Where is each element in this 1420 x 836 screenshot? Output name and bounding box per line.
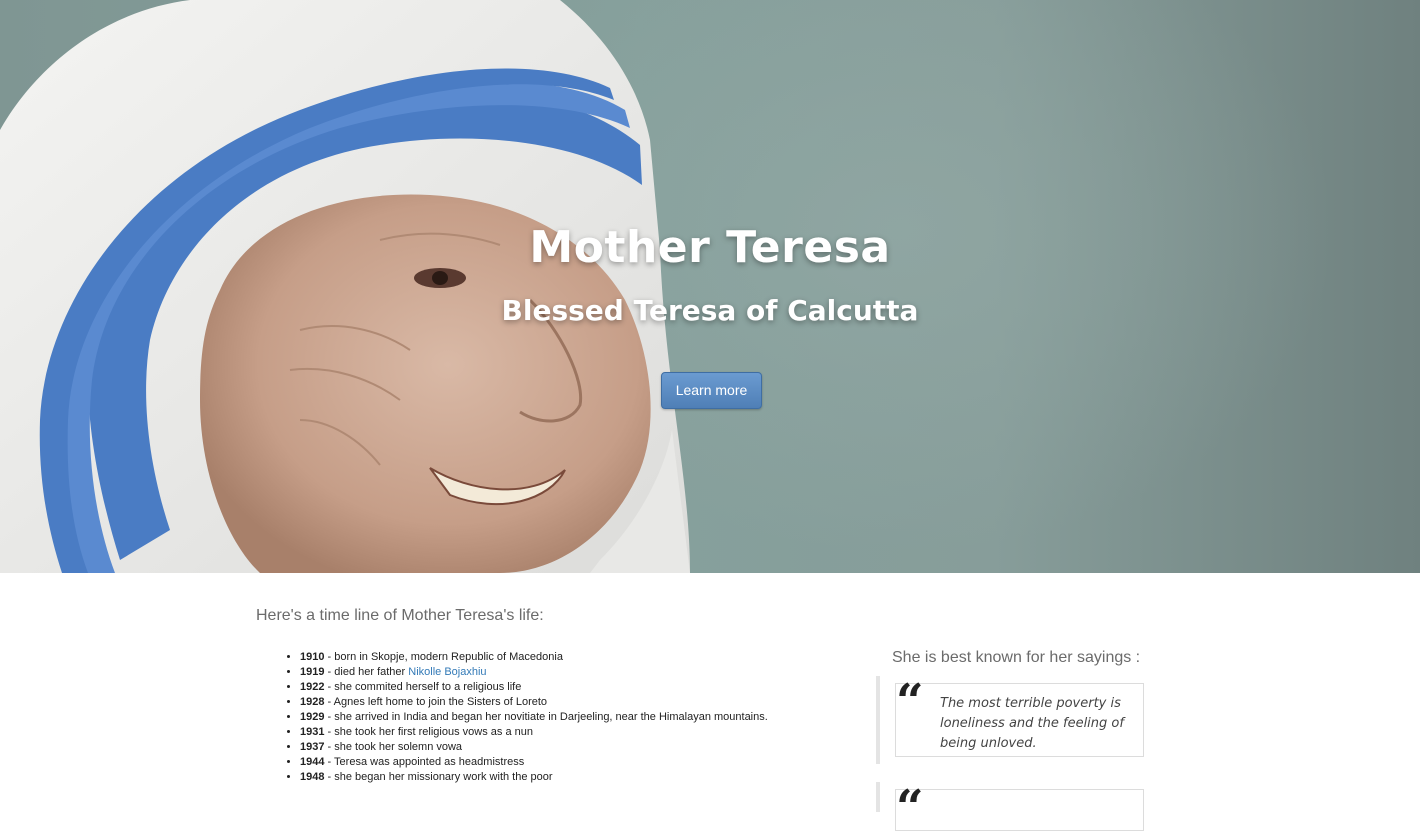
timeline-text: - she took her solemn vowa bbox=[324, 741, 463, 753]
timeline-item: 1948 - she began her missionary work wit… bbox=[300, 770, 770, 785]
timeline-item: 1929 - she arrived in India and began he… bbox=[300, 710, 770, 725]
learn-more-button[interactable]: Learn more bbox=[661, 372, 762, 409]
quote-mark-icon: “ bbox=[896, 674, 924, 730]
blockquote: “ bbox=[876, 782, 1144, 832]
timeline-year: 1910 bbox=[300, 651, 325, 663]
hero-banner: Mother Teresa Blessed Teresa of Calcutta… bbox=[0, 0, 1420, 573]
quote-card: “ The most terrible poverty is lonelines… bbox=[895, 678, 1144, 757]
timeline-text: - she began her missionary work with the… bbox=[324, 771, 553, 783]
sayings-heading: She is best known for her sayings : bbox=[892, 649, 1141, 666]
father-link[interactable]: Nikolle Bojaxhiu bbox=[408, 666, 486, 678]
timeline-list: 1910 - born in Skopje, modern Republic o… bbox=[282, 650, 770, 785]
timeline-item: 1910 - born in Skopje, modern Republic o… bbox=[300, 650, 770, 665]
timeline-item: 1931 - she took her first religious vows… bbox=[300, 725, 770, 740]
timeline-item: 1922 - she commited herself to a religio… bbox=[300, 680, 770, 695]
timeline-item: 1944 - Teresa was appointed as headmistr… bbox=[300, 755, 770, 770]
hero-title: Mother Teresa bbox=[529, 222, 891, 273]
timeline-heading: Here's a time line of Mother Teresa's li… bbox=[256, 607, 544, 624]
timeline-text: - Teresa was appointed as headmistress bbox=[324, 756, 525, 768]
timeline-text: - she arrived in India and began her nov… bbox=[324, 711, 768, 723]
timeline-year: 1948 bbox=[300, 771, 325, 783]
timeline-item: 1928 - Agnes left home to join the Siste… bbox=[300, 695, 770, 710]
timeline-text: - born in Skopje, modern Republic of Mac… bbox=[324, 651, 563, 663]
blockquote: “ The most terrible poverty is lonelines… bbox=[876, 676, 1144, 764]
timeline-text: - she commited herself to a religious li… bbox=[324, 681, 522, 693]
mother-teresa-portrait bbox=[0, 0, 690, 573]
hero-subtitle: Blessed Teresa of Calcutta bbox=[501, 294, 919, 327]
quote-mark-icon: “ bbox=[896, 780, 924, 836]
timeline-item: 1937 - she took her solemn vowa bbox=[300, 740, 770, 755]
timeline-text: - she took her first religious vows as a… bbox=[324, 726, 533, 738]
quote-card: “ bbox=[895, 784, 1144, 832]
timeline-text: - died her father bbox=[324, 666, 409, 678]
timeline-year: 1922 bbox=[300, 681, 325, 693]
timeline-item: 1919 - died her father Nikolle Bojaxhiu bbox=[300, 665, 770, 680]
timeline-text: - Agnes left home to join the Sisters of… bbox=[324, 696, 548, 708]
timeline-year: 1919 bbox=[300, 666, 325, 678]
timeline-year: 1944 bbox=[300, 756, 325, 768]
timeline-year: 1937 bbox=[300, 741, 325, 753]
timeline-year: 1928 bbox=[300, 696, 325, 708]
timeline-year: 1931 bbox=[300, 726, 325, 738]
quote-text: The most terrible poverty is loneliness … bbox=[940, 696, 1124, 751]
timeline-year: 1929 bbox=[300, 711, 325, 723]
